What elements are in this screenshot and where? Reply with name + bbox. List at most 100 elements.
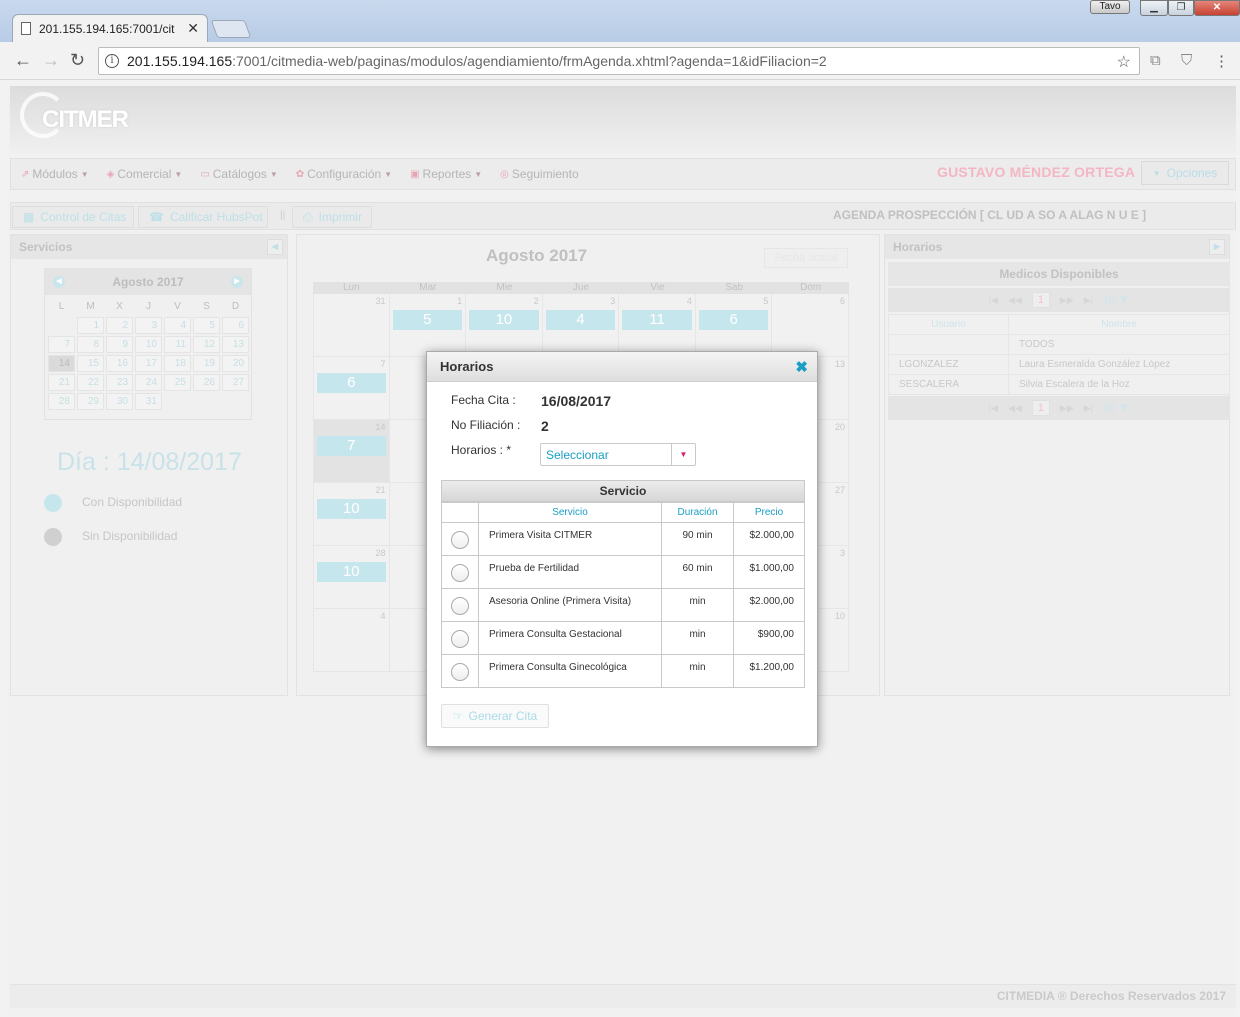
calendar-day-cell[interactable]: 56 [695, 294, 773, 357]
mini-day[interactable]: 1 [77, 317, 104, 334]
chevron-down-icon[interactable]: ▼ [671, 444, 695, 465]
service-row[interactable]: Prueba de Fertilidad 60 min $1.000,00 [441, 555, 805, 589]
availability-count[interactable]: 4 [545, 310, 616, 330]
col-nombre[interactable]: Nombre [1008, 314, 1230, 335]
service-radio[interactable] [451, 531, 469, 549]
rows-per-page-select[interactable]: 10 ▼ [1103, 402, 1129, 414]
calendar-day-cell[interactable]: 28 10 [313, 546, 390, 609]
availability-count[interactable]: 6 [698, 310, 769, 330]
generar-cita-button[interactable]: ☞ Generar Cita [441, 704, 549, 728]
back-icon[interactable]: ← [14, 50, 32, 71]
mini-day[interactable]: 22 [77, 374, 104, 391]
mini-day[interactable]: 6 [222, 317, 249, 334]
service-radio[interactable] [451, 663, 469, 681]
mini-day[interactable]: 27 [222, 374, 249, 391]
mini-day[interactable]: 31 [135, 393, 162, 410]
reload-icon[interactable]: ↻ [70, 50, 85, 71]
options-button[interactable]: ▼ Opciones [1141, 161, 1229, 185]
next-month-icon[interactable]: ▶ [230, 276, 243, 288]
calendar-day-cell[interactable]: 2 10 [466, 294, 543, 357]
mini-day[interactable]: 16 [106, 355, 133, 372]
service-radio[interactable] [451, 564, 469, 582]
service-row[interactable]: Primera Consulta Ginecológica min $1.200,0… [441, 654, 805, 688]
calendar-day-cell[interactable]: 4 [313, 609, 390, 672]
first-page-icon[interactable]: |◀ [989, 295, 998, 306]
close-window-button[interactable]: ✕ [1194, 0, 1240, 16]
mini-day[interactable]: 8 [77, 336, 104, 353]
calendar-day-cell[interactable]: 6 [772, 294, 849, 357]
control-citas-button[interactable]: ▦ Control de Citas [12, 206, 134, 228]
prev-month-icon[interactable]: ◀ [53, 276, 65, 288]
page-number[interactable]: 1 [1031, 292, 1050, 308]
mini-day[interactable]: 21 [48, 374, 75, 391]
mini-day[interactable]: 20 [222, 355, 249, 372]
rows-per-page-select[interactable]: 10 ▼ [1103, 294, 1129, 306]
mini-day[interactable]: 18 [164, 355, 191, 372]
service-row[interactable]: Asesoria Online (Primera Visita) min $2.00… [441, 588, 805, 622]
menu-configuracion[interactable]: ✿ Configuración ▼ [296, 167, 392, 181]
table-row[interactable]: TODOS [888, 334, 1230, 355]
availability-count[interactable]: 10 [317, 562, 386, 582]
forward-icon[interactable]: → [42, 50, 60, 71]
col-servicio[interactable]: Servicio [478, 502, 662, 523]
profile-button[interactable]: Tavo [1090, 0, 1130, 14]
menu-comercial[interactable]: ◈ Comercial ▼ [107, 167, 183, 181]
col-usuario[interactable]: Usuario [888, 314, 1009, 335]
mini-day[interactable]: 29 [77, 393, 104, 410]
new-tab-button[interactable] [210, 20, 252, 38]
last-page-icon[interactable]: ▶| [1084, 295, 1093, 306]
availability-count[interactable]: 5 [392, 310, 463, 330]
prev-page-icon[interactable]: ◀◀ [1008, 403, 1022, 414]
service-radio[interactable] [451, 597, 469, 615]
availability-count[interactable]: 11 [622, 310, 692, 330]
mini-day[interactable]: 2 [106, 317, 133, 334]
collapse-right-icon[interactable]: ▶ [1209, 239, 1225, 255]
shield-extension-icon[interactable]: ⛉ [1181, 52, 1192, 69]
availability-count[interactable]: 10 [317, 499, 386, 519]
mini-day[interactable]: 3 [135, 317, 162, 334]
availability-count[interactable]: 10 [469, 310, 539, 330]
imprimir-button[interactable]: ⎙ Imprimir [292, 206, 372, 228]
mini-day[interactable]: 30 [106, 393, 133, 410]
bookmark-star-icon[interactable]: ☆ [1117, 52, 1131, 72]
mini-day[interactable]: 23 [106, 374, 133, 391]
fecha-actual-button[interactable]: Fecha actual [764, 248, 848, 268]
calendar-day-cell[interactable]: 15 [389, 294, 467, 357]
menu-catalogos[interactable]: ▭ Catálogos ▼ [200, 167, 277, 181]
mini-day[interactable]: 24 [135, 374, 162, 391]
mini-day[interactable]: 12 [193, 336, 220, 353]
service-row[interactable]: Primera Consulta Gestacional min $900,00 [441, 621, 805, 655]
browser-tab[interactable]: 201.155.194.165:7001/cit ✕ [12, 14, 208, 42]
mini-day[interactable]: 28 [48, 393, 75, 410]
calendar-day-cell[interactable]: 76 [313, 357, 390, 420]
next-page-icon[interactable]: ▶▶ [1060, 403, 1074, 414]
service-row[interactable]: Primera Visita CITMER 90 min $2.000,00 [441, 522, 805, 556]
mini-day[interactable]: 10 [135, 336, 162, 353]
mini-day[interactable]: 15 [77, 355, 104, 372]
horarios-select[interactable]: Seleccionar ▼ [540, 443, 696, 466]
maximize-button[interactable]: ❐ [1168, 0, 1194, 16]
mini-day[interactable]: 5 [193, 317, 220, 334]
menu-seguimiento[interactable]: ◎ Seguimiento [500, 167, 578, 181]
next-page-icon[interactable]: ▶▶ [1060, 295, 1074, 306]
mini-day[interactable]: 13 [222, 336, 249, 353]
table-row[interactable]: SESCALERA Silvia Escalera de la Hoz [888, 374, 1230, 395]
calendar-day-cell[interactable]: 4 11 [619, 294, 696, 357]
mini-day[interactable]: 9 [106, 336, 133, 353]
calendar-day-cell[interactable]: 14 7 [313, 420, 390, 483]
mini-day[interactable]: 25 [164, 374, 191, 391]
first-page-icon[interactable]: |◀ [989, 403, 998, 414]
table-row[interactable]: LGONZALEZ Laura Esmeralda González López [888, 354, 1230, 375]
last-page-icon[interactable]: ▶| [1084, 403, 1093, 414]
mini-day[interactable]: 7 [48, 336, 75, 353]
calendar-day-cell[interactable]: 21 10 [313, 483, 390, 546]
calendar-day-cell[interactable]: 34 [542, 294, 620, 357]
calendar-day-cell[interactable]: 31 [313, 294, 390, 357]
menu-reportes[interactable]: ▣ Reportes ▼ [410, 167, 482, 181]
mini-day[interactable]: 11 [164, 336, 191, 353]
info-icon[interactable]: i [105, 54, 119, 68]
menu-modulos[interactable]: ⇗ Módulos ▼ [21, 167, 89, 181]
close-tab-icon[interactable]: ✕ [187, 20, 199, 37]
mini-day[interactable]: 26 [193, 374, 220, 391]
address-bar[interactable]: i 201.155.194.165 :7001/citmedia-web/pag… [98, 47, 1140, 75]
